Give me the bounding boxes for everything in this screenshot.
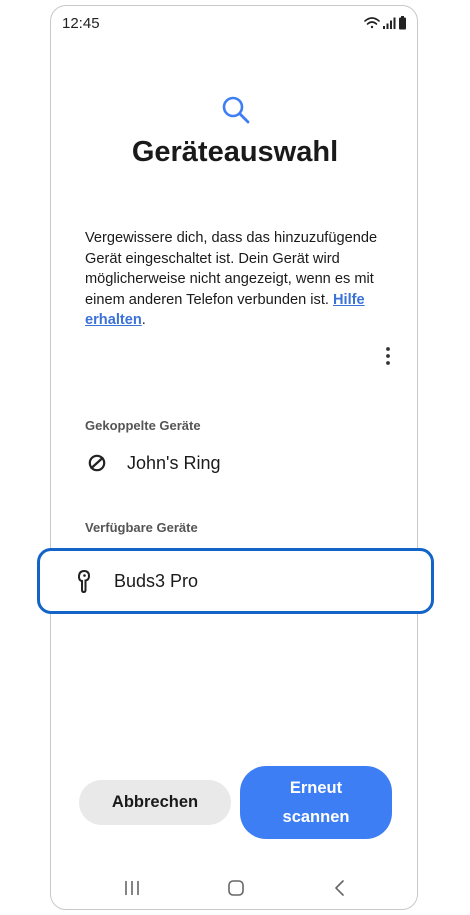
device-row-johns-ring[interactable]: John's Ring: [85, 450, 221, 476]
description-suffix: .: [141, 312, 146, 328]
rescan-label-line1: Erneut: [289, 778, 343, 797]
recent-apps-icon[interactable]: [122, 878, 142, 898]
battery-icon: [399, 16, 406, 30]
device-name: John's Ring: [127, 452, 221, 473]
ring-icon: [88, 454, 106, 472]
more-vertical-icon: [386, 347, 390, 365]
search-icon: [222, 96, 250, 124]
wifi-icon: [364, 17, 380, 29]
device-name: Buds3 Pro: [114, 570, 199, 591]
rescan-label-line2: scannen: [282, 807, 350, 826]
device-row-buds3-pro[interactable]: Buds3 Pro: [72, 568, 198, 594]
rescan-button[interactable]: Erneut scannen: [240, 766, 392, 839]
signal-icon: [383, 17, 396, 29]
back-icon[interactable]: [330, 878, 350, 898]
status-time: 12:45: [62, 15, 100, 32]
page-title: Geräteauswahl: [131, 136, 339, 168]
home-icon[interactable]: [226, 878, 246, 898]
description: Vergewissere dich, dass das hinzuzufügen…: [85, 228, 385, 331]
status-icons: [364, 16, 406, 30]
cancel-button[interactable]: Abbrechen: [79, 780, 231, 825]
paired-devices-label: Gekoppelte Geräte: [85, 418, 201, 433]
earbud-icon: [77, 569, 91, 594]
more-options-button[interactable]: [378, 344, 398, 368]
available-devices-label: Verfügbare Geräte: [85, 520, 198, 535]
